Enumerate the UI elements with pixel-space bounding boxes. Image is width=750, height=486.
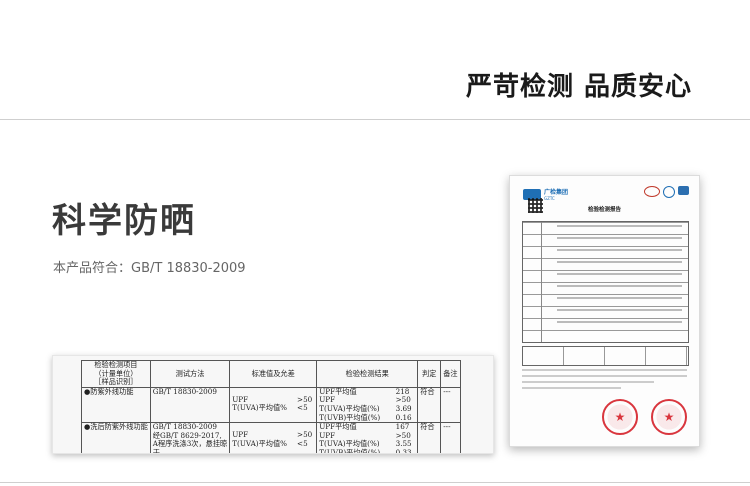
official-seal-icon: [651, 399, 687, 435]
header-judgment: 判定: [417, 360, 442, 388]
report-footnotes: [522, 369, 687, 393]
row-judgment: 符合: [417, 422, 442, 453]
row-standard-value: >50 <5: [295, 386, 318, 424]
header-item: 检验检测项目 （计量单位） ［样品识别］: [81, 360, 151, 388]
row-judgment: 符合: [417, 386, 442, 424]
table-header-row: 检验检测项目 （计量单位） ［样品识别］ 测试方法 标准值及允差 检验检测结果 …: [81, 360, 461, 388]
accreditation-mark-icon: [678, 186, 689, 195]
accreditation-mark-icon: [663, 186, 675, 198]
standard-note: 本产品符合：GB/T 18830-2009: [53, 261, 246, 276]
accreditation-marks: [644, 186, 689, 198]
test-result-table-excerpt: 检验检测项目 （计量单位） ［样品识别］ 测试方法 标准值及允差 检验检测结果 …: [52, 355, 494, 454]
report-result-table: [522, 346, 689, 366]
top-divider: [0, 119, 750, 120]
report-logo-text: 广检集团: [544, 189, 569, 196]
accreditation-mark-icon: [644, 186, 660, 197]
report-info-grid: [522, 221, 689, 343]
row-result-label: UPF平均值 UPF T(UVA)平均值(%) T(UVB)平均值(%): [316, 386, 394, 424]
row-item: ●防紫外线功能: [81, 386, 151, 424]
row-result-value: 167 >50 3.55 0.33: [393, 422, 419, 453]
row-method: GB/T 18830-2009 经GB/T 8629-2017, A程序洗涤3次…: [149, 422, 231, 453]
header-result: 检验检测结果: [316, 360, 419, 388]
row-item: ●洗后防紫外线功能: [81, 422, 151, 453]
headline: 严苛检测 品质安心: [465, 72, 692, 102]
report-title: 检验检测报告: [587, 207, 621, 213]
test-result-table: 检验检测项目 （计量单位） ［样品识别］ 测试方法 标准值及允差 检验检测结果 …: [81, 360, 461, 453]
section-title: 科学防晒: [52, 201, 196, 241]
row-standard-label: UPF T(UVA)平均值%: [229, 422, 296, 453]
row-method: GB/T 18830-2009: [149, 386, 231, 424]
header-method: 测试方法: [149, 360, 231, 388]
header-standard: 标准值及允差: [229, 360, 318, 388]
row-standard-value: >50 <5: [295, 422, 318, 453]
row-remark: ---: [440, 386, 461, 424]
row-result-label: UPF平均值 UPF T(UVA)平均值(%) T(UVB)平均值(%): [316, 422, 394, 453]
row-standard-label: UPF T(UVA)平均值%: [229, 386, 296, 424]
table-row: ●洗后防紫外线功能 GB/T 18830-2009 经GB/T 8629-201…: [81, 422, 461, 453]
table-row: ●防紫外线功能 GB/T 18830-2009 UPF T(UVA)平均值% >…: [81, 386, 461, 424]
official-seal-icon: [602, 399, 638, 435]
header-remark: 备注: [440, 360, 461, 388]
row-result-value: 218 >50 3.69 0.16: [393, 386, 419, 424]
inspection-report-document: 广检集团 GZTC 检验检测报告: [509, 175, 700, 447]
row-remark: ---: [440, 422, 461, 453]
bottom-divider: [0, 482, 750, 483]
report-logo-sub: GZTC: [544, 196, 555, 201]
